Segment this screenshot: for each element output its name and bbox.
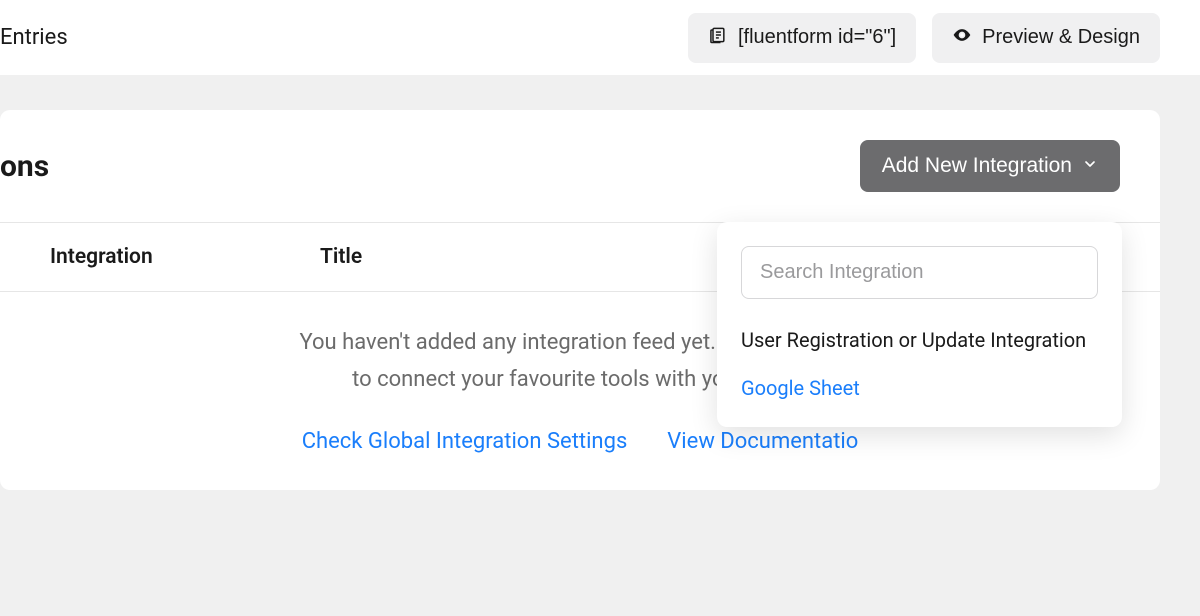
- integrations-card: ons Add New Integration Integration Titl…: [0, 110, 1160, 490]
- page-body: ons Add New Integration Integration Titl…: [0, 75, 1200, 490]
- search-integration-input[interactable]: [741, 246, 1098, 299]
- dropdown-item-google-sheet[interactable]: Google Sheet: [741, 355, 1098, 403]
- empty-links: Check Global Integration Settings View D…: [40, 429, 1120, 454]
- shortcode-button[interactable]: [fluentform id="6"]: [688, 13, 916, 63]
- documentation-link[interactable]: View Documentatio: [667, 429, 858, 454]
- shortcode-icon: [708, 25, 728, 51]
- chevron-down-icon: [1082, 154, 1098, 178]
- card-title: ons: [0, 149, 49, 184]
- global-settings-link[interactable]: Check Global Integration Settings: [302, 429, 628, 454]
- topbar-actions: [fluentform id="6"] Preview & Design: [688, 13, 1160, 63]
- add-integration-button[interactable]: Add New Integration: [860, 140, 1120, 192]
- add-integration-label: Add New Integration: [882, 154, 1072, 178]
- card-header: ons Add New Integration: [0, 110, 1160, 222]
- topbar: Entries [fluentform id="6"] P: [0, 0, 1200, 75]
- eye-icon: [952, 25, 972, 51]
- dropdown-item-user-registration[interactable]: User Registration or Update Integration: [741, 307, 1098, 355]
- shortcode-text: [fluentform id="6"]: [738, 26, 896, 49]
- col-integration: Integration: [50, 245, 320, 269]
- nav-entries[interactable]: Entries: [0, 25, 68, 50]
- preview-label: Preview & Design: [982, 26, 1140, 49]
- integration-dropdown: User Registration or Update Integration …: [717, 222, 1122, 427]
- preview-button[interactable]: Preview & Design: [932, 13, 1160, 63]
